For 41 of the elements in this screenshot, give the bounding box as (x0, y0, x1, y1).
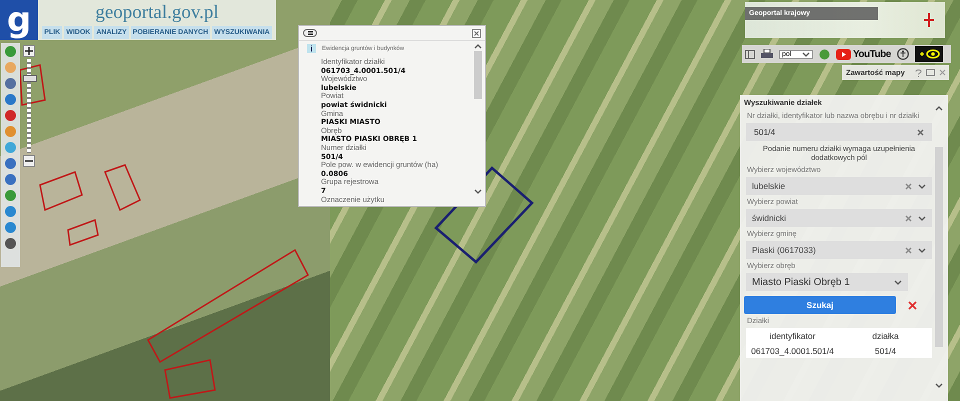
table-cell-text: 061703_4.0001.501/4 (750, 346, 835, 356)
clear-icon[interactable] (905, 246, 912, 254)
zoom-out-button[interactable] (23, 155, 35, 167)
contrast-button[interactable] (914, 46, 943, 62)
parcel-number-field[interactable]: 501/4 (746, 123, 932, 141)
select-field[interactable]: świdnicki (746, 209, 932, 227)
chevron-down-icon[interactable] (918, 248, 926, 252)
plus-icon (25, 47, 33, 55)
search-button[interactable]: Szukaj (744, 296, 896, 314)
zoom-in-button[interactable] (23, 45, 35, 57)
close-icon[interactable] (472, 28, 481, 38)
clear-icon[interactable] (917, 128, 924, 136)
select-field[interactable]: Piaski (0617033) (746, 241, 932, 259)
play-icon (836, 48, 851, 60)
chevron-down-icon[interactable] (918, 184, 926, 188)
chevron-down-icon[interactable] (802, 52, 810, 56)
printer-icon[interactable] (761, 49, 773, 59)
chevron-down-icon[interactable] (894, 280, 902, 284)
select-field[interactable]: lubelskie (746, 177, 932, 195)
clear-icon[interactable] (905, 214, 912, 222)
scrollbar-thumb[interactable] (474, 51, 482, 99)
select-field[interactable]: Miasto Piaski Obręb 1 (746, 273, 908, 291)
youtube-link[interactable]: YouTube (836, 48, 891, 60)
list-icon[interactable] (303, 29, 317, 37)
zoom-thumb[interactable] (23, 74, 37, 82)
clear-icon[interactable] (908, 300, 917, 310)
chevron-up-icon[interactable] (935, 106, 943, 111)
table-cell-text: 501/4 (874, 346, 898, 356)
chevron-up-icon[interactable] (474, 44, 482, 49)
window-icon[interactable] (926, 69, 935, 76)
chevron-down-icon[interactable] (918, 216, 926, 220)
sidebar-icon[interactable] (745, 50, 755, 58)
column-header[interactable]: działka (839, 331, 932, 341)
accessibility-icon[interactable] (896, 48, 909, 60)
site-title: geoportal.gov.pl (95, 2, 219, 24)
column-header[interactable]: identyfikator (746, 331, 839, 341)
chevron-down-icon[interactable] (474, 189, 482, 194)
scrollbar-thumb[interactable] (935, 147, 943, 347)
logo[interactable]: g (0, 0, 38, 40)
clear-icon[interactable] (905, 182, 912, 190)
chevron-down-icon[interactable] (935, 383, 943, 388)
